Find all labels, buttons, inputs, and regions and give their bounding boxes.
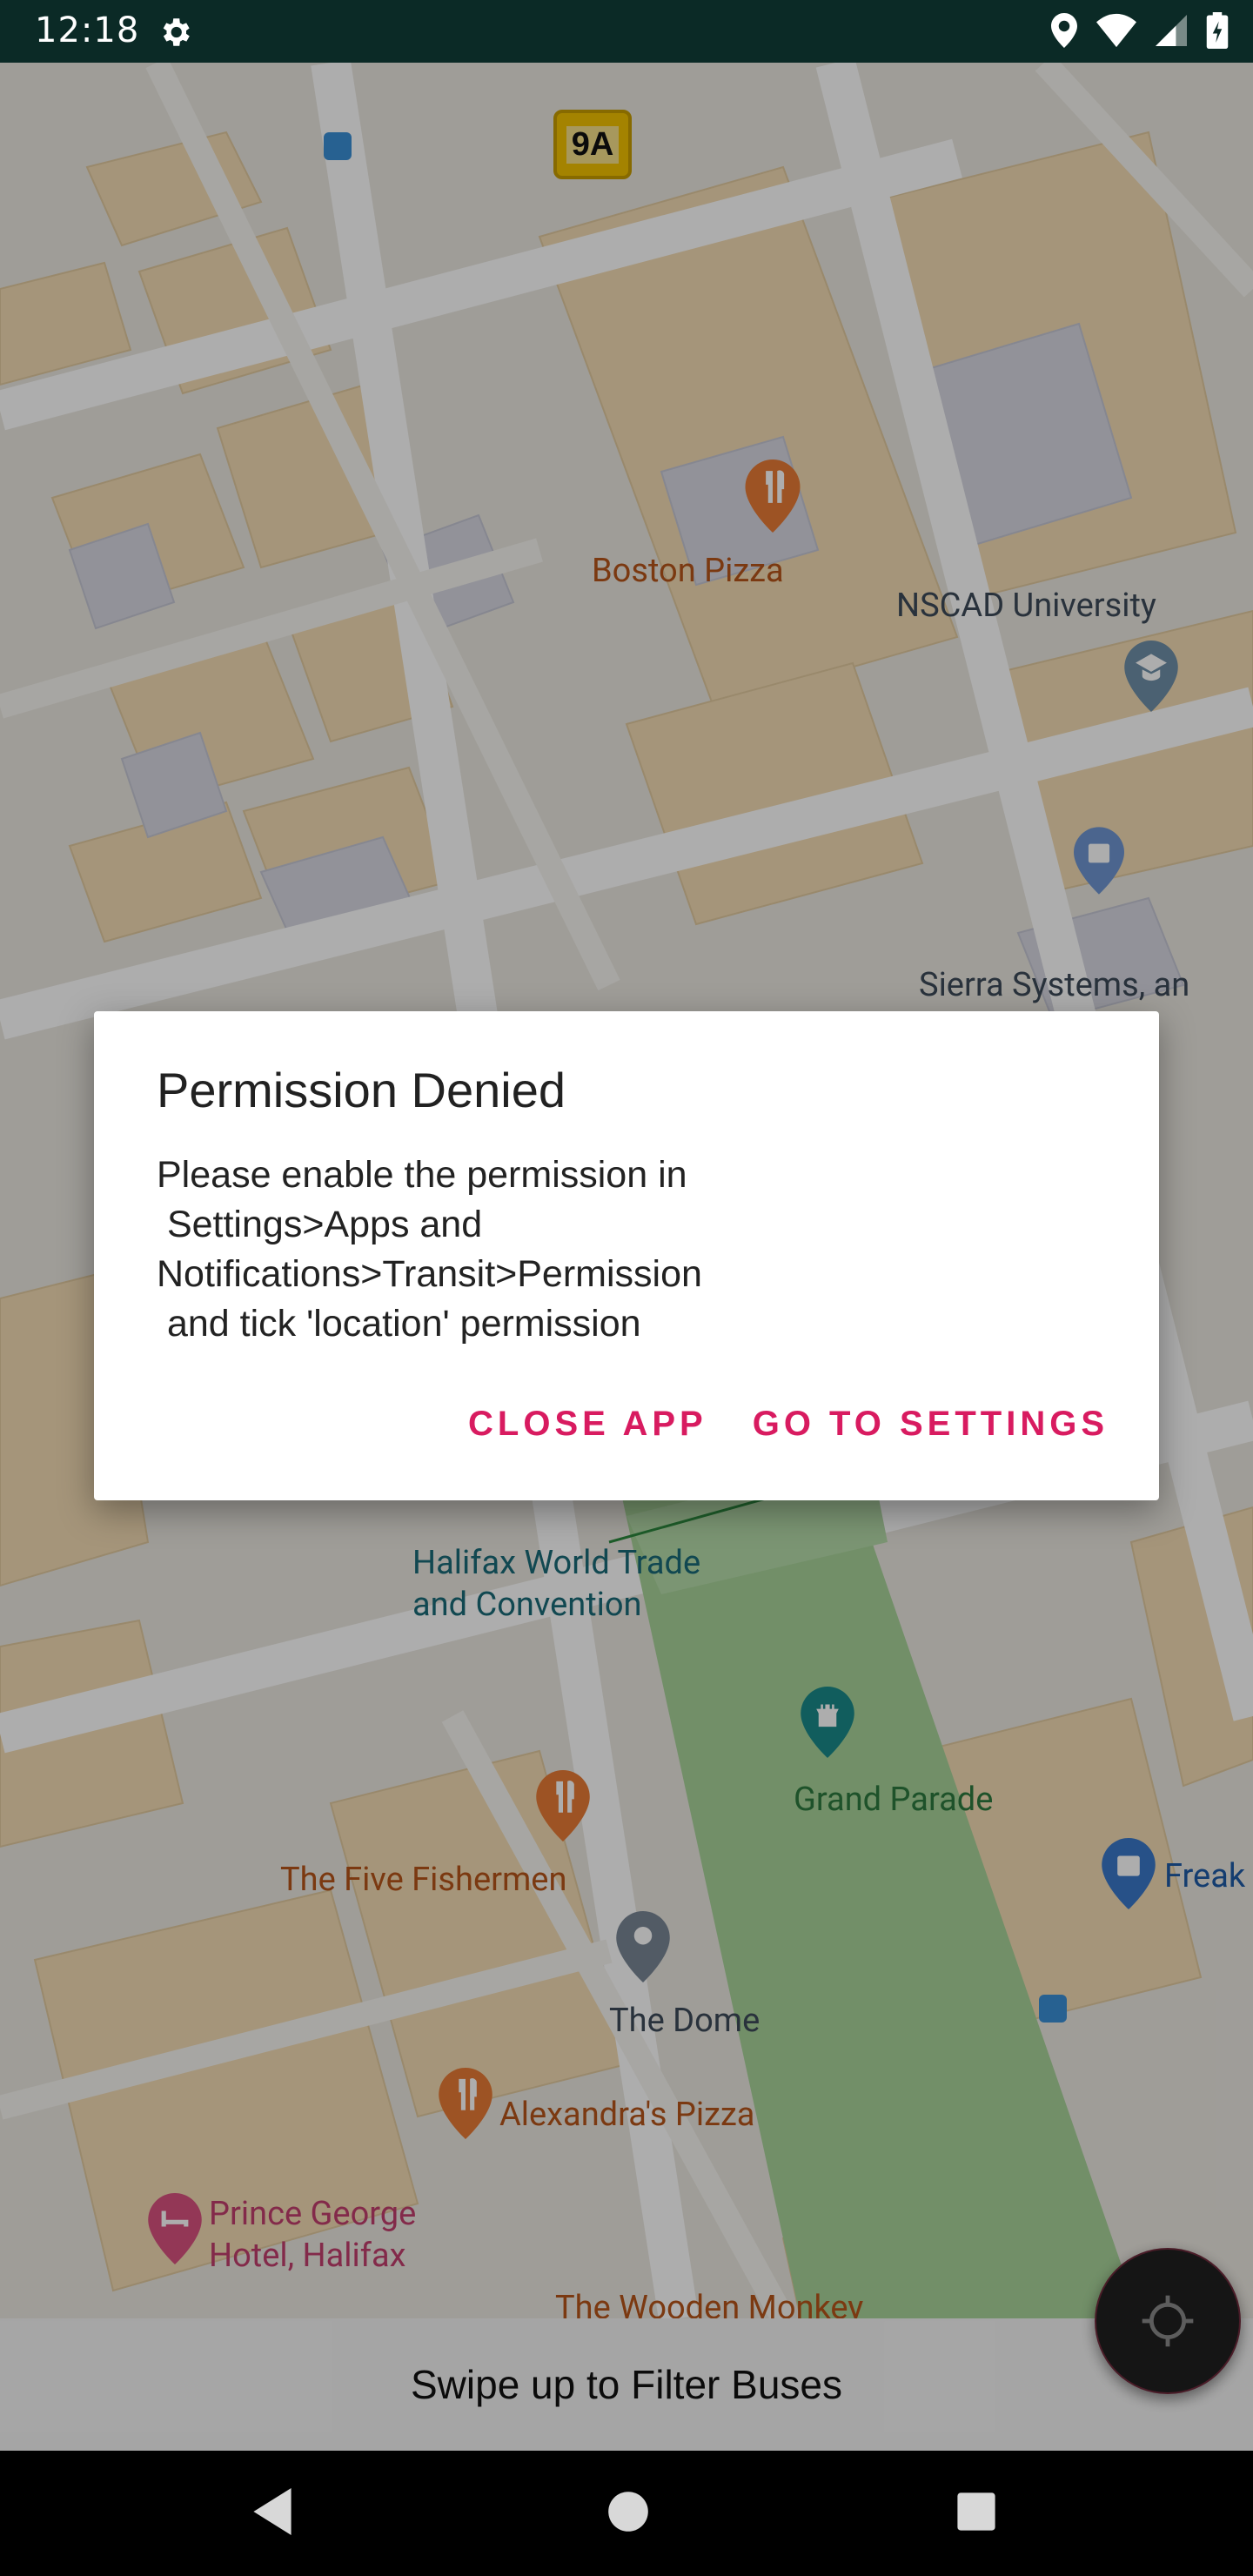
go-to-settings-button[interactable]: GO TO SETTINGS [753,1394,1109,1454]
dialog-actions: CLOSE APP GO TO SETTINGS [468,1394,1109,1454]
status-icons [1051,12,1229,49]
dialog-message: Please enable the permission in Settings… [157,1154,702,1345]
settings-icon [163,18,190,46]
navigation-bar [0,2451,1253,2576]
back-icon[interactable] [249,2485,296,2538]
permission-dialog: Permission Denied Please enable the perm… [94,1011,1159,1500]
wifi-icon [1096,13,1136,48]
close-app-button[interactable]: CLOSE APP [468,1394,707,1454]
battery-icon [1206,12,1229,49]
signal-icon [1156,15,1187,46]
status-time: 12:18 [35,10,140,50]
home-icon[interactable] [607,2485,649,2538]
location-icon [1051,13,1077,48]
status-bar: 12:18 [0,0,1253,63]
dialog-title: Permission Denied [157,1063,566,1117]
recents-icon[interactable] [955,2485,997,2538]
